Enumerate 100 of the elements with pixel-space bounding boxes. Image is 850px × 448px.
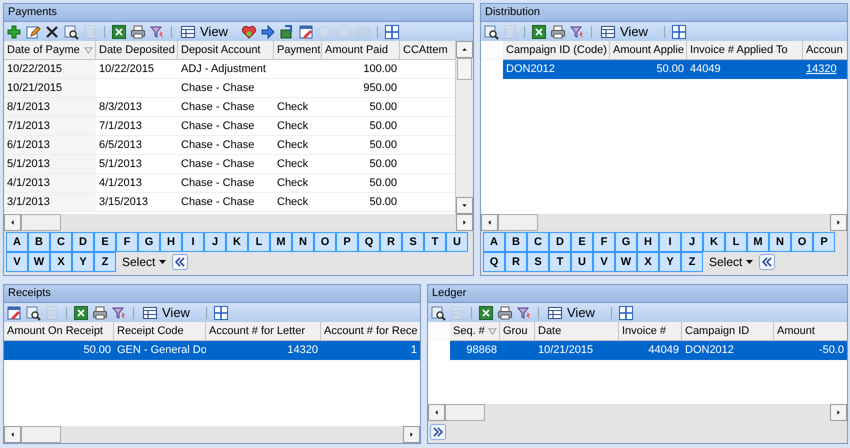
letter-button[interactable]: H [160,232,182,252]
letter-button[interactable]: Z [681,252,703,272]
scroll-right-button[interactable] [456,214,473,231]
calendar-icon[interactable] [298,24,314,40]
letter-button[interactable]: D [72,232,94,252]
letter-button[interactable]: T [424,232,446,252]
table-row[interactable]: 8/1/2013 8/3/2013 Chase - Chase Check 50.00 [4,98,455,117]
letter-button[interactable]: Q [358,232,380,252]
column-header[interactable]: CCAttem [400,41,455,60]
pencil-icon[interactable] [25,24,41,40]
letter-button[interactable]: O [314,232,336,252]
select-dropdown[interactable]: Select [703,252,760,272]
magnifier-icon[interactable] [430,304,446,320]
plus-icon[interactable] [6,24,22,40]
column-header[interactable]: Receipt Code [114,322,206,341]
letter-button[interactable]: E [571,232,593,252]
letter-button[interactable]: E [94,232,116,252]
cross-icon[interactable] [44,24,60,40]
scroll-left-button[interactable] [4,426,21,443]
letter-button[interactable]: N [292,232,314,252]
letter-button[interactable]: I [659,232,681,252]
scroll-right-button[interactable] [403,426,420,443]
column-header[interactable]: Account # for Rece [321,322,420,341]
column-header[interactable]: Payment [274,41,322,60]
table-link[interactable]: 14320 [803,60,847,79]
letter-button[interactable]: N [769,232,791,252]
column-header[interactable]: Amount [774,322,847,341]
letter-button[interactable]: G [138,232,160,252]
letter-button[interactable]: P [336,232,358,252]
scrollbar-thumb[interactable] [457,58,472,80]
table-row[interactable]: 10/22/2015 10/22/2015 ADJ - Adjustment 100.00 [4,60,455,79]
scrollbar-thumb[interactable] [445,404,485,421]
letter-button[interactable]: B [28,232,50,252]
column-header[interactable]: Deposit Account [178,41,274,60]
letter-button[interactable]: V [6,252,28,272]
column-header[interactable]: Date Deposited [96,41,178,60]
letter-button[interactable]: I [182,232,204,252]
arrow-icon[interactable] [260,24,276,40]
letter-button[interactable]: X [637,252,659,272]
column-header[interactable]: Campaign ID [682,322,774,341]
column-header[interactable]: Seq. # [450,322,500,341]
printer-icon[interactable] [497,304,513,320]
vertical-scrollbar[interactable] [455,41,473,214]
heart-icon[interactable] [240,24,257,40]
scroll-left-button[interactable] [4,214,21,231]
letter-button[interactable]: K [226,232,248,252]
letter-button[interactable]: Y [659,252,681,272]
letter-button[interactable]: A [6,232,28,252]
letter-button[interactable]: W [615,252,637,272]
table-row[interactable]: 6/1/2013 6/5/2013 Chase - Chase Check 50.00 [4,136,455,155]
table-row[interactable]: DON2012 50.00 44049 14320 [481,60,847,79]
table-row[interactable]: 4/1/2013 4/1/2013 Chase - Chase Check 50.00 [4,174,455,193]
letter-button[interactable]: X [50,252,72,272]
letter-button[interactable]: J [681,232,703,252]
letter-button[interactable]: M [747,232,769,252]
letter-button[interactable]: B [505,232,527,252]
column-header[interactable]: Campaign ID (Code) [503,41,610,60]
select-dropdown[interactable]: Select [116,252,172,272]
magnifier-icon[interactable] [483,24,499,40]
grid-icon[interactable] [212,304,229,320]
table-row[interactable]: 10/21/2015 Chase - Chase 950.00 [4,79,455,98]
scrollbar-thumb[interactable] [21,426,61,443]
funnel-icon[interactable] [149,24,165,40]
letter-button[interactable]: F [593,232,615,252]
grid-icon[interactable] [670,24,687,40]
letter-button[interactable]: A [483,232,505,252]
funnel-icon[interactable] [569,24,585,40]
letter-button[interactable]: M [270,232,292,252]
table-row[interactable]: 7/1/2013 7/1/2013 Chase - Chase Check 50.00 [4,117,455,136]
letter-button[interactable]: F [116,232,138,252]
scroll-right-button[interactable] [830,214,847,231]
table-row[interactable]: 3/1/2013 3/15/2013 Chase - Chase Check 50.00 [4,193,455,212]
letter-button[interactable]: D [549,232,571,252]
column-header[interactable]: Grou [500,322,535,341]
spreadsheet-icon[interactable] [531,24,547,40]
column-header[interactable]: Amount On Receipt [4,322,114,341]
column-header[interactable]: Amount Paid [322,41,400,60]
grid-icon[interactable] [384,24,400,40]
column-header[interactable]: Invoice # Applied To [687,41,803,60]
funnel-icon[interactable] [516,304,532,320]
printer-icon[interactable] [130,24,146,40]
printer-icon[interactable] [550,24,566,40]
scroll-left-button[interactable] [481,214,498,231]
letter-button[interactable]: Y [72,252,94,272]
scroll-down-button[interactable] [456,197,473,214]
scrollbar-thumb[interactable] [21,214,61,231]
letter-button[interactable]: S [402,232,424,252]
letter-button[interactable]: L [248,232,270,252]
calendar-icon[interactable] [6,304,22,320]
column-header[interactable]: Amount Applie [610,41,687,60]
spreadsheet-icon[interactable] [111,24,127,40]
spreadsheet-icon[interactable] [478,304,494,320]
grid-icon[interactable] [618,304,634,320]
magnifier-icon[interactable] [63,24,79,40]
column-header[interactable]: Accoun [803,41,847,60]
letter-button[interactable]: V [593,252,615,272]
funnel-icon[interactable] [111,304,127,320]
table-row[interactable]: 98868 10/21/2015 44049 DON2012 -50.0 [428,341,847,360]
spreadsheet-icon[interactable] [73,304,89,320]
letter-button[interactable]: Q [483,252,505,272]
